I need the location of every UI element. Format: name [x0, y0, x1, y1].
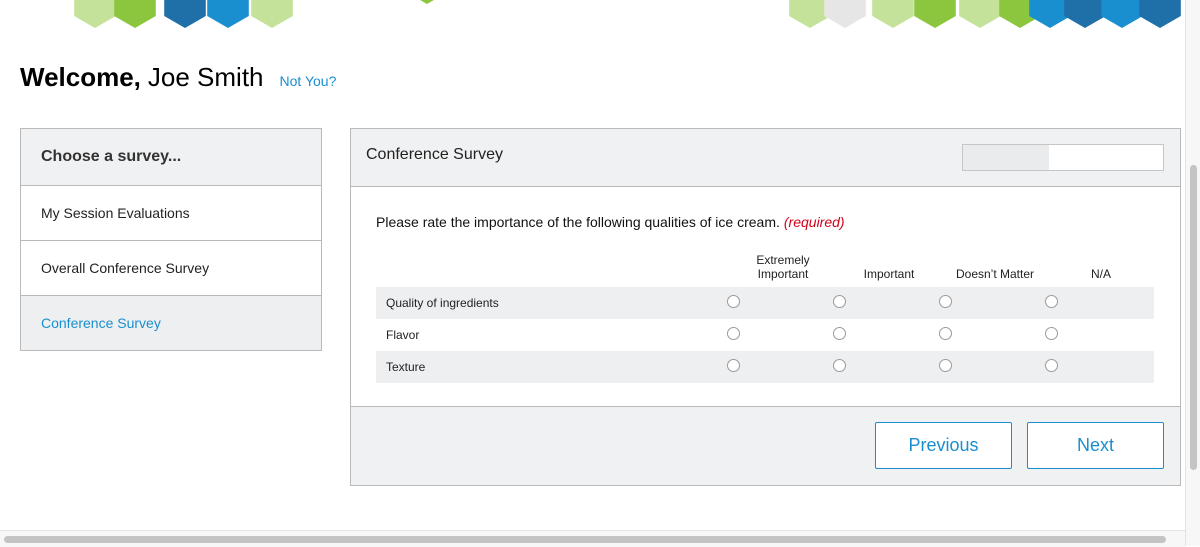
rating-row-flavor: Flavor [376, 319, 1154, 351]
rating-row-label: Texture [386, 360, 426, 374]
radio-quality-important[interactable] [833, 295, 846, 308]
hexagon-shape-0 [74, 0, 116, 28]
survey-panel: Conference Survey Please rate the import… [350, 128, 1181, 486]
radio-flavor-na[interactable] [1045, 327, 1058, 340]
survey-progress-fill [963, 145, 1049, 170]
hexagon-shape-13 [1064, 0, 1106, 28]
column-header-important: Important [863, 267, 915, 281]
question-label: Please rate the importance of the follow… [376, 214, 780, 230]
column-header-na: N/A [1090, 267, 1111, 281]
column-header-line: Important [757, 267, 809, 281]
survey-title: Conference Survey [366, 146, 503, 163]
rating-row-label: Quality of ingredients [386, 296, 499, 310]
hexagon-pattern-icon [74, 0, 1181, 28]
required-label: (required) [783, 214, 845, 230]
sidebar-item-session-evaluations[interactable]: My Session Evaluations [21, 186, 321, 241]
hexagon-shape-15 [1139, 0, 1181, 28]
rating-row-quality-of-ingredients: Quality of ingredients [376, 287, 1154, 319]
survey-question-area: Please rate the importance of the follow… [351, 187, 1180, 407]
previous-button[interactable]: Previous [875, 422, 1012, 469]
welcome-text: Welcome, [20, 62, 141, 92]
radio-texture-na[interactable] [1045, 359, 1058, 372]
radio-texture-extremely-important[interactable] [727, 359, 740, 372]
hexagon-shape-7 [824, 0, 866, 28]
radio-quality-doesnt-matter[interactable] [939, 295, 952, 308]
survey-panel-footer: Previous Next [351, 406, 1180, 485]
rating-row-texture: Texture [376, 351, 1154, 383]
radio-flavor-extremely-important[interactable] [727, 327, 740, 340]
rating-row-label: Flavor [386, 328, 420, 342]
hexagon-shape-2 [164, 0, 206, 28]
radio-quality-na[interactable] [1045, 295, 1058, 308]
survey-progress-bar [962, 144, 1164, 171]
question-text: Please rate the importance of the follow… [376, 214, 845, 230]
column-header-line: Extremely [756, 253, 810, 267]
hexagon-shape-9 [914, 0, 956, 28]
horizontal-scrollbar-thumb[interactable] [4, 536, 1166, 543]
radio-flavor-important[interactable] [833, 327, 846, 340]
hexagon-shape-1 [114, 0, 156, 28]
horizontal-scrollbar[interactable] [0, 530, 1185, 547]
header-hexagon-banner [0, 0, 1185, 30]
radio-quality-extremely-important[interactable] [727, 295, 740, 308]
user-name: Joe Smith [147, 62, 264, 92]
hexagon-shape-5 [420, 0, 434, 4]
column-header-extremely-important: Extremely Important [733, 253, 833, 281]
vertical-scrollbar-thumb[interactable] [1190, 165, 1197, 470]
not-you-link[interactable]: Not You? [280, 73, 337, 89]
column-header-doesnt-matter: Doesn’t Matter [955, 267, 1035, 281]
next-button[interactable]: Next [1027, 422, 1164, 469]
sidebar-item-conference-survey[interactable]: Conference Survey [21, 296, 321, 350]
hexagon-shape-3 [207, 0, 249, 28]
radio-texture-important[interactable] [833, 359, 846, 372]
survey-chooser-title: Choose a survey... [21, 129, 321, 186]
hexagon-shape-14 [1101, 0, 1143, 28]
welcome-header: Welcome, Joe Smith Not You? [20, 62, 336, 93]
hexagon-shape-10 [959, 0, 1001, 28]
radio-texture-doesnt-matter[interactable] [939, 359, 952, 372]
survey-chooser: Choose a survey... My Session Evaluation… [20, 128, 322, 351]
radio-flavor-doesnt-matter[interactable] [939, 327, 952, 340]
survey-panel-header: Conference Survey [351, 129, 1180, 187]
hexagon-shape-4 [251, 0, 293, 28]
vertical-scrollbar[interactable] [1185, 0, 1200, 546]
hexagon-shape-8 [872, 0, 914, 28]
sidebar-item-overall-conference-survey[interactable]: Overall Conference Survey [21, 241, 321, 296]
